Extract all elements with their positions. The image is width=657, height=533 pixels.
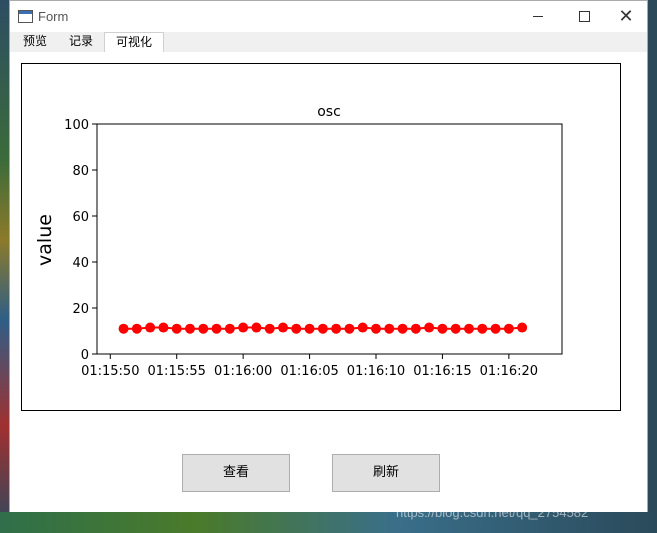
x-axis-ticks: 01:15:50 01:15:55 01:16:00 01:16:05 01:16:10… [81,354,538,379]
data-point [331,323,342,334]
data-point [344,323,355,334]
refresh-button[interactable]: 刷新 [332,454,440,492]
data-point [397,323,408,334]
data-point [464,323,474,334]
data-point [477,323,488,334]
window-app-icon [18,10,33,23]
y-tick-label: 0 [81,348,89,363]
watermark-text: https://blog.csdn.net/qq_2754582 [396,505,589,520]
y-tick-label: 40 [72,256,89,271]
form-window: Form ✕ 预览 记录 可视化 osc value 0 20 40 60 80 100 … [9,0,648,512]
y-axis-ticks: 0 20 40 60 80 100 [64,118,97,363]
data-point [118,323,129,334]
desktop-background-left [0,0,9,533]
data-point [251,322,262,333]
data-point [304,323,315,334]
data-point [278,322,288,333]
osc-chart: osc value 020406080100 01:15:50 01:15:55 0… [34,104,563,379]
data-point [264,323,275,334]
data-point [185,323,195,334]
data-point [131,323,142,334]
x-tick-label: 01:16:10 [347,364,405,379]
data-point [238,322,249,333]
data-point [158,322,169,333]
close-icon: ✕ [618,6,634,27]
desktop-background-right [648,0,657,533]
data-point [171,323,182,334]
data-point [437,323,448,334]
x-tick-label: 01:15:50 [81,364,139,379]
maximize-icon [578,10,590,22]
data-point [371,323,381,334]
x-tick-label: 01:16:15 [413,364,471,379]
view-button[interactable]: 查看 [182,454,290,492]
close-button[interactable]: ✕ [603,1,649,32]
tab-visualization[interactable]: 可视化 [104,32,164,52]
maximize-button[interactable] [561,1,607,32]
plot-area [96,123,563,355]
data-point [211,323,222,334]
title-bar[interactable]: Form ✕ [10,1,647,32]
data-point [450,323,461,334]
x-tick-label: 01:15:55 [148,364,206,379]
x-tick-label: 01:16:05 [280,364,338,379]
data-point [224,323,235,334]
y-tick-label: 60 [72,210,89,225]
data-point [198,323,209,334]
minimize-icon [533,15,543,17]
chart-title: osc [317,104,341,120]
data-point [145,322,156,333]
tab-preview[interactable]: 预览 [12,32,58,51]
data-point [384,323,395,334]
x-tick-label: 01:16:00 [214,364,272,379]
y-tick-label: 80 [72,164,89,179]
y-tick-label: 20 [72,302,89,317]
chart-frame: osc value 0 20 40 60 80 100 01:15:50 01:15:55 0… [21,63,621,411]
x-tick-label: 01:16:20 [480,364,538,379]
data-point [410,323,421,334]
visualization-panel: osc value 0 20 40 60 80 100 01:15:50 01:15:55 0… [10,52,647,512]
y-tick-label: 100 [64,118,89,133]
data-point [357,322,368,333]
data-point [424,322,435,333]
y-axis-label: value [34,214,56,266]
tab-bar: 预览 记录 可视化 [10,32,647,53]
data-point [317,323,328,334]
minimize-button[interactable] [515,1,561,32]
data-point [490,323,501,334]
data-point [291,323,302,334]
data-point [517,322,528,333]
data-point [503,323,514,334]
tab-records[interactable]: 记录 [58,32,104,51]
window-title: Form [38,9,69,24]
